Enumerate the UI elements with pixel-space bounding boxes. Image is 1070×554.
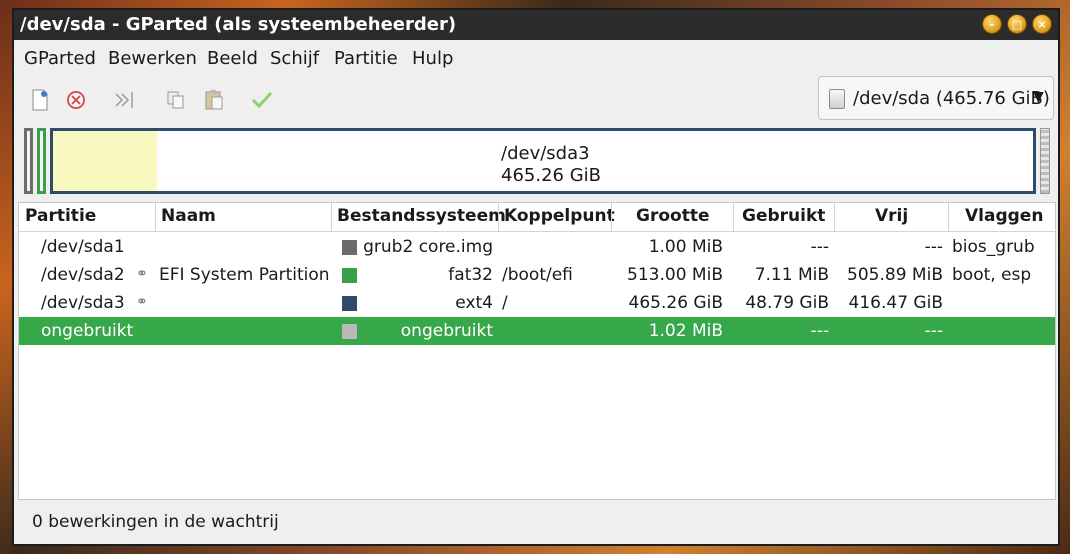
paste-icon[interactable] <box>202 88 226 112</box>
status-bar: 0 bewerkingen in de wachtrij <box>32 512 279 532</box>
chevron-down-icon: ▼ <box>1033 89 1044 105</box>
title-bar[interactable]: /dev/sda - GParted (als systeembeheerder… <box>14 10 1058 40</box>
resize-move-icon[interactable] <box>112 88 136 112</box>
filesystem-color-swatch <box>342 296 357 311</box>
disk-map-sda1[interactable] <box>24 128 33 194</box>
gparted-window: /dev/sda - GParted (als systeembeheerder… <box>12 8 1060 546</box>
table-row[interactable]: /dev/sda2 ⚭ EFI System Partition fat32 /… <box>19 261 1055 289</box>
menu-beeld[interactable]: Beeld <box>207 48 258 69</box>
cell-partition: ongebruikt <box>41 321 134 341</box>
header-koppelpunt[interactable]: Koppelpunt <box>504 206 615 226</box>
header-gebruikt[interactable]: Gebruikt <box>742 206 825 226</box>
cell-used: --- <box>810 321 829 341</box>
menu-partitie[interactable]: Partitie <box>334 48 398 69</box>
key-icon: ⚭ <box>136 294 148 310</box>
menu-bar: GParted Bewerken Beeld Schijf Partitie H… <box>14 44 1058 72</box>
key-icon: ⚭ <box>136 266 148 282</box>
header-vlaggen[interactable]: Vlaggen <box>965 206 1043 226</box>
cell-size: 1.02 MiB <box>648 321 723 341</box>
header-naam[interactable]: Naam <box>161 206 216 226</box>
cell-free: 416.47 GiB <box>848 293 943 313</box>
column-separator <box>834 203 835 231</box>
close-button[interactable]: × <box>1032 14 1052 34</box>
column-separator <box>948 203 949 231</box>
table-row[interactable]: /dev/sda1 grub2 core.img 1.00 MiB --- --… <box>19 233 1055 261</box>
minimize-button[interactable]: – <box>982 14 1002 34</box>
menu-hulp[interactable]: Hulp <box>412 48 453 69</box>
column-separator <box>155 203 156 231</box>
table-header: Partitie Naam Bestandssysteem Koppelpunt… <box>19 203 1055 232</box>
apply-icon[interactable] <box>250 88 274 112</box>
partition-table: Partitie Naam Bestandssysteem Koppelpunt… <box>18 202 1056 500</box>
cell-mountpoint: / <box>502 293 508 313</box>
header-partitie[interactable]: Partitie <box>25 206 96 226</box>
cell-size: 513.00 MiB <box>627 265 723 285</box>
column-separator <box>498 203 499 231</box>
cell-filesystem: fat32 <box>448 265 493 285</box>
cell-size: 1.00 MiB <box>648 237 723 257</box>
window-title: /dev/sda - GParted (als systeembeheerder… <box>20 14 457 35</box>
column-separator <box>733 203 734 231</box>
cell-used: --- <box>810 237 829 257</box>
cell-filesystem: grub2 core.img <box>363 237 493 257</box>
cell-partition: /dev/sda1 <box>41 237 125 257</box>
cell-used: 7.11 MiB <box>754 265 829 285</box>
disk-map: /dev/sda3 465.26 GiB <box>20 125 1054 197</box>
device-select-label: /dev/sda (465.76 GiB) <box>853 88 1050 109</box>
disk-map-sda3-used <box>53 131 157 191</box>
cell-name: EFI System Partition <box>159 265 330 285</box>
harddisk-icon <box>829 89 845 109</box>
menu-bewerken[interactable]: Bewerken <box>108 48 197 69</box>
filesystem-color-swatch <box>342 324 357 339</box>
cell-filesystem: ext4 <box>455 293 493 313</box>
maximize-button[interactable]: □ <box>1007 14 1027 34</box>
table-row[interactable]: /dev/sda3 ⚭ ext4 / 465.26 GiB 48.79 GiB … <box>19 289 1055 317</box>
column-separator <box>331 203 332 231</box>
cell-free: --- <box>924 321 943 341</box>
table-row-selected[interactable]: ongebruikt ongebruikt 1.02 MiB --- --- <box>19 317 1055 345</box>
filesystem-color-swatch <box>342 240 357 255</box>
disk-map-sda3[interactable]: /dev/sda3 465.26 GiB <box>50 128 1036 194</box>
filesystem-color-swatch <box>342 268 357 283</box>
cell-flags: boot, esp <box>952 265 1032 285</box>
cell-size: 465.26 GiB <box>628 293 723 313</box>
cell-used: 48.79 GiB <box>745 293 829 313</box>
device-select[interactable]: /dev/sda (465.76 GiB) ▼ <box>818 76 1054 120</box>
cell-mountpoint: /boot/efi <box>502 265 573 285</box>
cell-filesystem: ongebruikt <box>400 321 493 341</box>
cell-partition: /dev/sda3 <box>41 293 125 313</box>
header-vrij[interactable]: Vrij <box>875 206 908 226</box>
disk-map-unallocated[interactable] <box>1040 128 1050 194</box>
cell-free: --- <box>924 237 943 257</box>
disk-map-sda2[interactable] <box>37 128 46 194</box>
menu-schijf[interactable]: Schijf <box>270 48 319 69</box>
disk-map-sda3-name: /dev/sda3 <box>501 143 590 164</box>
disk-map-sda3-size: 465.26 GiB <box>501 165 602 186</box>
column-separator <box>611 203 612 231</box>
cell-free: 505.89 MiB <box>847 265 943 285</box>
copy-icon[interactable] <box>164 88 188 112</box>
delete-icon[interactable] <box>64 88 88 112</box>
cell-flags: bios_grub <box>952 237 1035 257</box>
new-partition-icon[interactable] <box>28 88 52 112</box>
header-bestandssysteem[interactable]: Bestandssysteem <box>337 206 506 226</box>
header-grootte[interactable]: Grootte <box>636 206 709 226</box>
menu-gparted[interactable]: GParted <box>24 48 96 69</box>
cell-partition: /dev/sda2 <box>41 265 125 285</box>
